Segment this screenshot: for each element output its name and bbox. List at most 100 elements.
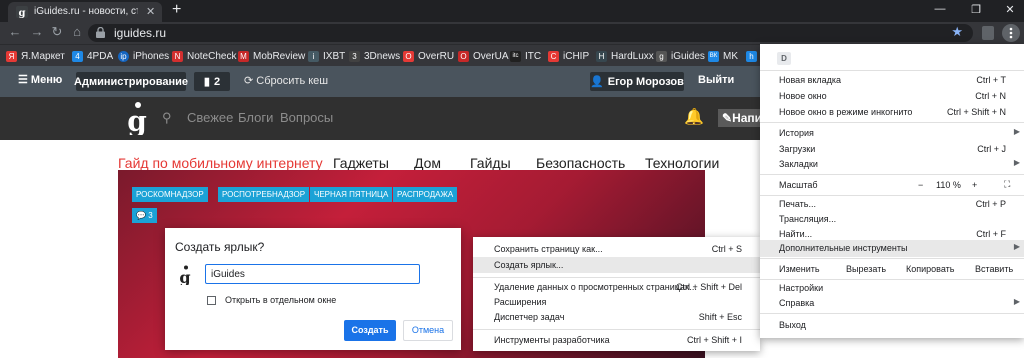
bookmark-notecheck[interactable]: N NoteCheck xyxy=(172,49,236,63)
category-technology[interactable]: Технологии xyxy=(645,155,719,171)
tag-rospotrebnadzor[interactable]: РОСПОТРЕБНАДЗОР xyxy=(218,187,310,202)
url-text: iguides.ru xyxy=(114,26,167,40)
reset-cache-button[interactable]: ⟳ Сбросить кеш xyxy=(244,74,328,87)
bookmark-star-icon[interactable]: ★ xyxy=(951,24,963,40)
bookmark-mobreview[interactable]: M MobReview xyxy=(238,49,305,63)
zoom-out-button[interactable]: − xyxy=(918,180,923,190)
h-icon: h xyxy=(746,50,757,62)
chevron-right-icon: ▶ xyxy=(1013,158,1020,167)
menu-print[interactable]: Печать... Ctrl + P xyxy=(760,196,1024,212)
paste-button[interactable]: Вставить xyxy=(975,264,1013,274)
create-button[interactable]: Создать xyxy=(344,320,396,341)
logout-button[interactable]: Выйти xyxy=(698,74,734,86)
bookmark-ichip[interactable]: CiCHIP xyxy=(548,49,589,63)
restore-button[interactable]: ❐ xyxy=(966,3,986,16)
copy-button[interactable]: Копировать xyxy=(906,264,954,274)
yamarket-icon: Я xyxy=(6,50,17,62)
bookmark-4pda[interactable]: 4 4PDA xyxy=(72,49,113,63)
menu-new-tab[interactable]: Новая вкладка Ctrl + T xyxy=(760,72,1024,88)
category-home[interactable]: Дом xyxy=(414,155,441,171)
notecheck-icon: N xyxy=(172,50,183,62)
bookmark-overru[interactable]: O OverRU xyxy=(403,49,454,63)
home-button[interactable]: ⌂ xyxy=(70,24,84,39)
cut-button[interactable]: Вырезать xyxy=(846,264,886,274)
reload-button[interactable]: ↻ xyxy=(50,24,64,40)
tab-close-icon[interactable]: ✕ xyxy=(146,5,155,18)
chevron-right-icon: ▶ xyxy=(1013,127,1020,136)
bookmark-hardluxx[interactable]: H HardLuxx xyxy=(596,49,654,63)
menu-bookmarks[interactable]: Закладки ▶ xyxy=(760,156,1024,172)
cancel-button[interactable]: Отмена xyxy=(403,320,453,341)
menu-extensions[interactable]: Расширения xyxy=(473,294,760,310)
category-mobile-internet[interactable]: Гайд по мобильному интернету xyxy=(118,155,323,171)
menu-separator xyxy=(760,122,1024,123)
nav-fresh[interactable]: Свежее xyxy=(187,110,233,125)
extension-icon[interactable] xyxy=(982,26,994,40)
open-in-window-checkbox[interactable] xyxy=(207,296,216,305)
menu-downloads[interactable]: Загрузки Ctrl + J xyxy=(760,141,1024,157)
category-security[interactable]: Безопасность xyxy=(536,155,625,171)
category-guides[interactable]: Гайды xyxy=(470,155,511,171)
iguides-logo-icon[interactable]: g xyxy=(124,101,150,135)
menu-create-shortcut[interactable]: Создать ярлык... xyxy=(473,257,760,273)
tag-roskomnadzor[interactable]: РОСКОМНАДЗОР xyxy=(132,187,208,202)
bell-icon[interactable]: 🔔 xyxy=(684,107,704,127)
menu-exit[interactable]: Выход xyxy=(760,317,1024,333)
itc-icon: itc xyxy=(510,50,521,62)
comments-badge[interactable]: 💬 3 xyxy=(132,208,157,223)
tag-sale[interactable]: РАСПРОДАЖА xyxy=(393,187,458,202)
hardluxx-icon: H xyxy=(596,50,607,62)
bookmark-h[interactable]: h xyxy=(746,49,757,63)
menu-help[interactable]: Справка ▶ xyxy=(760,295,1024,311)
menu-history[interactable]: История ▶ xyxy=(760,125,1024,141)
menu-incognito[interactable]: Новое окно в режиме инкогнито Ctrl + Shif… xyxy=(760,104,1024,120)
bookmark-3dnews[interactable]: 3 3Dnews xyxy=(349,49,400,63)
menu-separator xyxy=(760,70,1024,71)
bookmark-yamarket[interactable]: Я Я.Маркет xyxy=(6,49,65,63)
shortcut-name-input[interactable] xyxy=(205,264,420,284)
ichip-icon: C xyxy=(548,50,559,62)
back-button[interactable]: ← xyxy=(8,24,22,39)
menu-settings[interactable]: Настройки xyxy=(760,280,1024,296)
fullscreen-icon[interactable]: ⛶ xyxy=(1004,179,1010,190)
mk-icon: ВК xyxy=(708,50,719,62)
notifications-button[interactable]: ▮ 2 xyxy=(194,72,230,91)
menu-clear-data[interactable]: Удаление данных о просмотренных страница… xyxy=(473,279,760,295)
bookmark-ixbt[interactable]: i IXBT xyxy=(308,49,345,63)
menu-separator xyxy=(473,277,760,278)
category-gadgets[interactable]: Гаджеты xyxy=(333,155,389,171)
tag-black-friday[interactable]: ЧЕРНАЯ ПЯТНИЦА xyxy=(310,187,393,202)
menu-devtools[interactable]: Инструменты разработчика Ctrl + Shift + I xyxy=(473,332,760,348)
bookmark-itc[interactable]: itc ITC xyxy=(510,49,541,63)
more-tools-submenu: Сохранить страницу как... Ctrl + S Создат… xyxy=(473,237,760,351)
bookmark-iguides[interactable]: g iGuides xyxy=(656,49,705,63)
minimize-button[interactable]: — xyxy=(930,3,950,15)
menu-task-manager[interactable]: Диспетчер задач Shift + Esc xyxy=(473,309,760,325)
write-button[interactable]: ✎Напи xyxy=(718,109,762,127)
bookmark-mk[interactable]: ВК MK xyxy=(708,49,738,63)
address-bar[interactable]: iguides.ru ★ xyxy=(88,24,973,42)
forward-button[interactable]: → xyxy=(30,24,44,39)
close-window-button[interactable]: ✕ xyxy=(1000,3,1020,16)
user-button[interactable]: 👤 Егор Морозов xyxy=(590,72,684,91)
search-icon[interactable]: ⚲ xyxy=(162,110,172,126)
zoom-in-button[interactable]: + xyxy=(972,180,977,190)
menu-more-tools[interactable]: Дополнительные инструменты ▶ xyxy=(760,240,1024,257)
profile-avatar[interactable]: D xyxy=(777,52,791,65)
new-tab-button[interactable]: + xyxy=(172,1,181,19)
nav-questions[interactable]: Вопросы xyxy=(280,110,333,125)
dialog-title: Создать ярлык? xyxy=(175,240,265,254)
admin-menu-button[interactable]: ☰ Меню xyxy=(18,73,62,86)
tab-strip: g iGuides.ru - новости, статьи, видео ✕ … xyxy=(0,0,1024,22)
menu-cast[interactable]: Трансляция... xyxy=(760,211,1024,227)
administration-button[interactable]: Администрирование xyxy=(74,72,188,91)
menu-new-window[interactable]: Новое окно Ctrl + N xyxy=(760,88,1024,104)
menu-edit-row: Изменить Вырезать Копировать Вставить xyxy=(779,264,1014,274)
refresh-icon: ⟳ xyxy=(244,75,257,87)
nav-blogs[interactable]: Блоги xyxy=(238,110,273,125)
bookmark-overua[interactable]: O OverUA xyxy=(458,49,509,63)
bookmark-iphones[interactable]: ip iPhones xyxy=(118,49,169,63)
menu-save-page[interactable]: Сохранить страницу как... Ctrl + S xyxy=(473,241,760,257)
tab-iguides[interactable]: g iGuides.ru - новости, статьи, видео ✕ xyxy=(8,2,162,22)
menu-button[interactable] xyxy=(1002,24,1020,42)
